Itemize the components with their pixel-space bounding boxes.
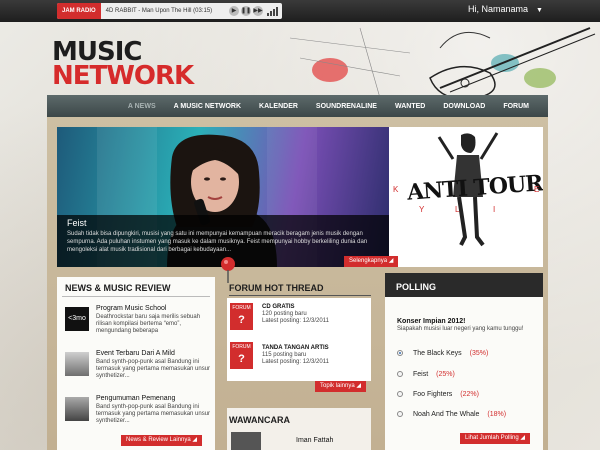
poll-section-title: POLLING xyxy=(396,282,436,292)
news-item-title[interactable]: Pengumuman Pemenang xyxy=(96,395,175,402)
news-item-title[interactable]: Event Terbaru Dari A Mild xyxy=(96,350,175,357)
slide-text: Sudah tidak bisa dipungkiri, musisi yang… xyxy=(67,231,368,253)
forum-divider xyxy=(229,295,371,296)
forum-more-button[interactable]: Topik lainnya ◢ xyxy=(315,381,366,392)
play-icon[interactable]: ▶ xyxy=(229,6,239,16)
news-item-title[interactable]: Program Music School xyxy=(96,305,166,312)
poll-more-button[interactable]: Lihat Jumlah Polling ◢ xyxy=(460,433,530,444)
slide-more-label: Selengkapnya xyxy=(349,258,388,264)
featured-slider: ANTI TOUR K Y L I E Feist Sudah tidak bi… xyxy=(57,127,543,267)
news-thumb-text: <3mo xyxy=(68,315,86,322)
news-item-desc: Deathrockstar baru saja merilis sebuah r… xyxy=(96,314,201,334)
now-playing-text: 4D RABBIT - Man Upon The Hill (03:15) xyxy=(105,8,213,14)
radio-label: JAM RADIO xyxy=(57,3,101,19)
poll-option[interactable]: Noah And The Whale (18%) xyxy=(413,411,506,418)
user-greeting: Hi, Namanama xyxy=(468,4,529,14)
slide-title: Feist xyxy=(67,218,87,228)
poll-option-label: Foo Fighters xyxy=(413,391,453,398)
slide-more-button[interactable]: Selengkapnya ◢ xyxy=(344,256,399,267)
news-section-title: NEWS & MUSIC REVIEW xyxy=(65,283,171,293)
poll-option-pct: (18%) xyxy=(487,411,507,418)
pause-icon[interactable]: ❚❚ xyxy=(241,6,251,16)
chevron-down-icon: ▼ xyxy=(536,7,543,14)
volume-icon[interactable] xyxy=(267,6,278,16)
forum-badge: FORUM? xyxy=(230,342,253,369)
nav-item-kalender[interactable]: KALENDER xyxy=(250,103,307,110)
news-item-desc: Band synth-pop-punk asal Bandung ini ter… xyxy=(96,404,211,424)
poster-letter: I xyxy=(493,205,496,214)
site-logo[interactable]: MUSIC NETWORK xyxy=(52,39,194,91)
forum-thread-title[interactable]: TANDA TANGAN ARTIS xyxy=(262,345,329,351)
poll-option[interactable]: The Black Keys (35%) xyxy=(413,350,488,357)
poll-more-label: Lihat Jumlah Polling xyxy=(465,435,519,441)
poll-option[interactable]: Feist (25%) xyxy=(413,371,455,378)
poll-option[interactable]: Foo Fighters (22%) xyxy=(413,391,479,398)
news-thumb[interactable] xyxy=(65,352,89,376)
poll-radio[interactable] xyxy=(397,391,403,397)
user-menu[interactable]: Hi, Namanama ▼ xyxy=(468,4,543,14)
forum-badge-label: FORUM xyxy=(232,305,251,311)
news-thumb[interactable] xyxy=(65,397,89,421)
forum-section-title: FORUM HOT THREAD xyxy=(229,283,324,293)
poll-question: Siapakah musisi luar negeri yang kamu tu… xyxy=(397,326,524,332)
news-more-label: News & Review Lainnya xyxy=(126,437,191,443)
interview-section-title: WAWANCARA xyxy=(229,415,290,425)
poll-radio[interactable] xyxy=(397,411,403,417)
poster-letter: E xyxy=(534,185,540,194)
nav-item-download[interactable]: DOWNLOAD xyxy=(434,103,494,110)
question-icon: ? xyxy=(238,353,245,365)
radio-player: JAM RADIO 4D RABBIT - Man Upon The Hill … xyxy=(57,3,282,19)
poll-option-label: The Black Keys xyxy=(413,350,462,357)
news-divider xyxy=(62,296,210,297)
poll-option-label: Feist xyxy=(413,371,429,378)
pushpin-icon xyxy=(221,257,235,283)
forum-badge: FORUM? xyxy=(230,303,253,330)
logo-line-2: NETWORK xyxy=(52,61,194,91)
poster-letter: L xyxy=(455,205,460,214)
interview-name[interactable]: Iman Fattah xyxy=(296,437,333,444)
next-icon[interactable]: ▶▶ xyxy=(253,6,263,16)
forum-badge-label: FORUM xyxy=(232,344,251,350)
forum-thread-count: 120 posting baru xyxy=(262,311,307,317)
poll-option-label: Noah And The Whale xyxy=(413,411,480,418)
poll-option-pct: (22%) xyxy=(460,391,479,398)
forum-thread-latest: Latest posting: 12/3/2011 xyxy=(262,318,329,324)
poster-letter: Y xyxy=(419,205,425,214)
tour-poster[interactable]: ANTI TOUR K Y L I E xyxy=(389,127,543,267)
interview-thumb[interactable] xyxy=(231,432,261,450)
news-thumb[interactable]: <3mo xyxy=(65,307,89,331)
nav-item-news[interactable]: A NEWS xyxy=(119,103,165,110)
forum-thread-latest: Latest posting: 12/3/2011 xyxy=(262,359,329,365)
forum-more-label: Topik lainnya xyxy=(320,383,355,389)
nav-item-music-network[interactable]: A MUSIC NETWORK xyxy=(165,103,250,110)
nav-item-wanted[interactable]: WANTED xyxy=(386,103,434,110)
forum-thread-title[interactable]: CD GRATIS xyxy=(262,304,295,310)
guitar-sketch-illustration xyxy=(290,27,596,100)
poll-question-title: Konser Impian 2012! xyxy=(397,318,466,325)
news-more-button[interactable]: News & Review Lainnya ◢ xyxy=(121,435,202,446)
poll-radio[interactable] xyxy=(397,371,403,377)
nav-item-forum[interactable]: FORUM xyxy=(494,103,538,110)
news-item-desc: Band synth-pop-punk asal Bandung ini ter… xyxy=(96,359,211,379)
nav-item-soundrenaline[interactable]: SOUNDRENALINE xyxy=(307,103,386,110)
poll-radio[interactable] xyxy=(397,350,403,356)
poll-option-pct: (25%) xyxy=(436,371,455,378)
forum-thread-count: 115 posting baru xyxy=(262,352,307,358)
poll-option-pct: (35%) xyxy=(469,350,489,357)
main-nav: A NEWS A MUSIC NETWORK KALENDER SOUNDREN… xyxy=(47,95,548,117)
question-icon: ? xyxy=(238,314,245,326)
poster-letter: K xyxy=(393,185,399,194)
